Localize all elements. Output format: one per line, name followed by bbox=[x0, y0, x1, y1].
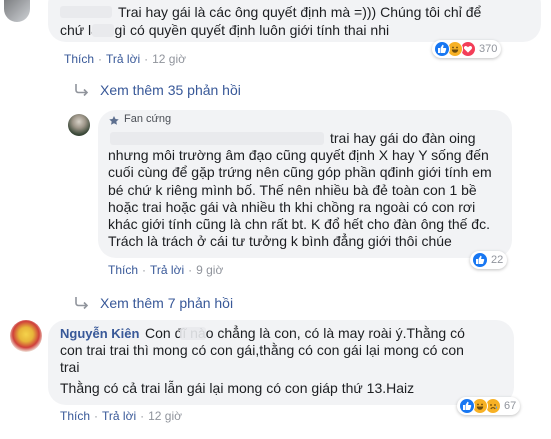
view-more-replies-link[interactable]: Xem thêm 35 phản hồi bbox=[100, 82, 241, 98]
comment-author-link[interactable]: Nguyễn Kiên bbox=[60, 326, 139, 341]
reply-text-line: trai hay gái do đàn oing bbox=[330, 130, 476, 146]
comment-text-line: Thằng có cả trai lẫn gái lại mong có con… bbox=[60, 380, 415, 396]
comment-actions: Thích · Trả lời · 12 giờ bbox=[60, 409, 182, 423]
timestamp[interactable]: 12 giờ bbox=[152, 52, 186, 66]
separator: · bbox=[98, 52, 103, 66]
reply-arrow-icon bbox=[74, 296, 90, 315]
separator: · bbox=[144, 52, 149, 66]
reaction-summary[interactable]: 22 bbox=[470, 251, 508, 269]
like-icon bbox=[472, 252, 488, 268]
avatar[interactable] bbox=[4, 0, 30, 22]
redacted-author-name bbox=[60, 6, 112, 18]
comment-actions: Thích · Trả lời · 12 giờ bbox=[64, 52, 186, 66]
avatar[interactable] bbox=[68, 114, 90, 136]
redacted-word bbox=[92, 24, 114, 37]
like-icon bbox=[459, 398, 475, 414]
reaction-count: 67 bbox=[504, 400, 517, 412]
like-link[interactable]: Thích bbox=[60, 409, 90, 423]
separator: · bbox=[188, 263, 193, 277]
reply-link[interactable]: Trả lời bbox=[102, 409, 136, 423]
fan-badge-label: Fan cứng bbox=[124, 113, 172, 125]
reply-link[interactable]: Trả lời bbox=[150, 263, 184, 277]
reaction-summary[interactable]: 67 bbox=[457, 397, 521, 415]
reply-actions: Thích · Trả lời · 9 giờ bbox=[108, 263, 223, 277]
reply-text-line: hoặc trai hoặc gái và nhiều th khi chồng… bbox=[108, 199, 476, 215]
avatar[interactable] bbox=[10, 320, 42, 352]
view-more-replies-link[interactable]: Xem thêm 7 phản hồi bbox=[100, 295, 233, 311]
separator: · bbox=[142, 263, 147, 277]
comment-text-line: con trai trai thì mong có con gái,thằng … bbox=[60, 342, 464, 358]
comment-text-line: Trai hay gái là các ông quyết định mà =)… bbox=[118, 4, 482, 20]
reply-link[interactable]: Trả lời bbox=[106, 52, 140, 66]
fan-badge-icon bbox=[108, 114, 120, 132]
comment-text-line: trai bbox=[60, 359, 80, 375]
reaction-count: 370 bbox=[479, 43, 498, 55]
reaction-summary[interactable]: 370 bbox=[432, 40, 502, 58]
reply-text-line: Trách là trách ở cái tư tưởng k bình đẳn… bbox=[108, 233, 452, 249]
timestamp[interactable]: 12 giờ bbox=[148, 409, 182, 423]
like-icon bbox=[434, 41, 450, 57]
separator: · bbox=[140, 409, 145, 423]
timestamp[interactable]: 9 giờ bbox=[196, 263, 223, 277]
like-link[interactable]: Thích bbox=[64, 52, 94, 66]
reply-text-line: bé chứ k riêng mình bố. Thế nên nhiều bà… bbox=[108, 182, 477, 198]
reaction-count: 22 bbox=[491, 254, 504, 266]
reply-text-line: cuối cùng để gặp trứng nên cũng góp phần… bbox=[108, 164, 492, 180]
like-link[interactable]: Thích bbox=[108, 263, 138, 277]
redacted-author-name bbox=[110, 132, 324, 145]
reply-text-line: nhưng môi trường âm đạo cũng quyết định … bbox=[108, 147, 489, 163]
reply-text-line: khác giới tính cũng là chn rất bt. K đổ … bbox=[108, 216, 490, 232]
redacted-word bbox=[180, 327, 206, 340]
separator: · bbox=[94, 409, 99, 423]
reply-arrow-icon bbox=[74, 83, 90, 102]
